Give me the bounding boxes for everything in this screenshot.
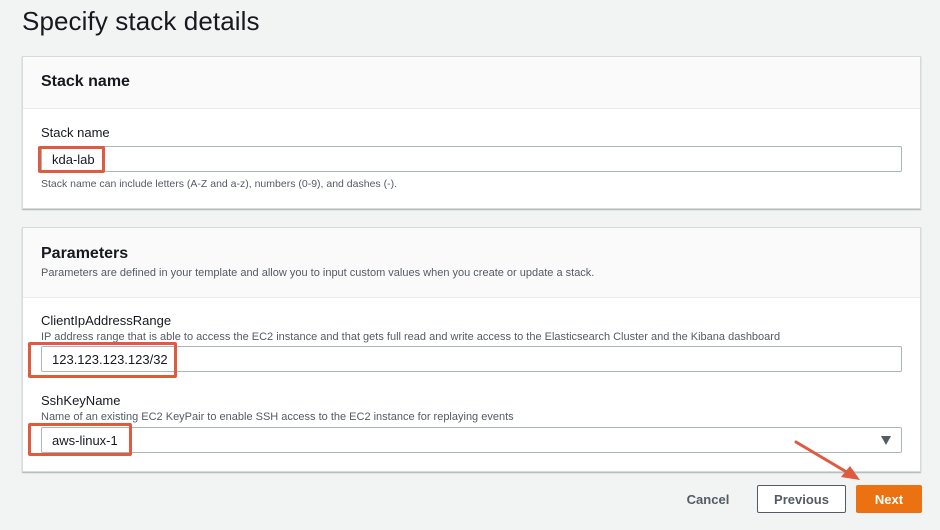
previous-button[interactable]: Previous [757,485,846,513]
parameters-panel: Parameters Parameters are defined in you… [22,227,921,472]
client-ip-description: IP address range that is able to access … [41,331,781,343]
ssh-key-description: Name of an existing EC2 KeyPair to enabl… [41,411,514,423]
parameters-panel-description: Parameters are defined in your template … [41,267,595,279]
stack-name-constraint: Stack name can include letters (A-Z and … [41,178,397,190]
page-title: Specify stack details [22,6,260,36]
stack-name-panel: Stack name Stack name kda-lab Stack name… [22,56,921,209]
stack-name-input[interactable]: kda-lab [41,146,902,172]
stack-name-panel-header: Stack name [23,57,920,109]
cancel-button[interactable]: Cancel [672,485,744,513]
stack-name-field: Stack name kda-lab Stack name can includ… [41,125,902,190]
stack-name-panel-title: Stack name [41,73,130,90]
client-ip-input[interactable]: 123.123.123.123/32 [41,346,902,372]
caret-down-icon [881,436,891,445]
ssh-key-field: SshKeyName Name of an existing EC2 KeyPa… [41,393,902,453]
ssh-key-select[interactable]: aws-linux-1 [41,427,902,453]
client-ip-field: ClientIpAddressRange IP address range th… [41,313,902,372]
ssh-key-select-value: aws-linux-1 [52,433,118,448]
next-button[interactable]: Next [856,485,922,513]
stack-name-label: Stack name [41,125,110,140]
parameters-panel-header: Parameters Parameters are defined in you… [23,228,920,298]
parameters-panel-title: Parameters [41,245,129,262]
client-ip-label: ClientIpAddressRange [41,313,172,328]
annotation-arrow-icon [794,440,860,480]
ssh-key-label: SshKeyName [41,393,121,408]
